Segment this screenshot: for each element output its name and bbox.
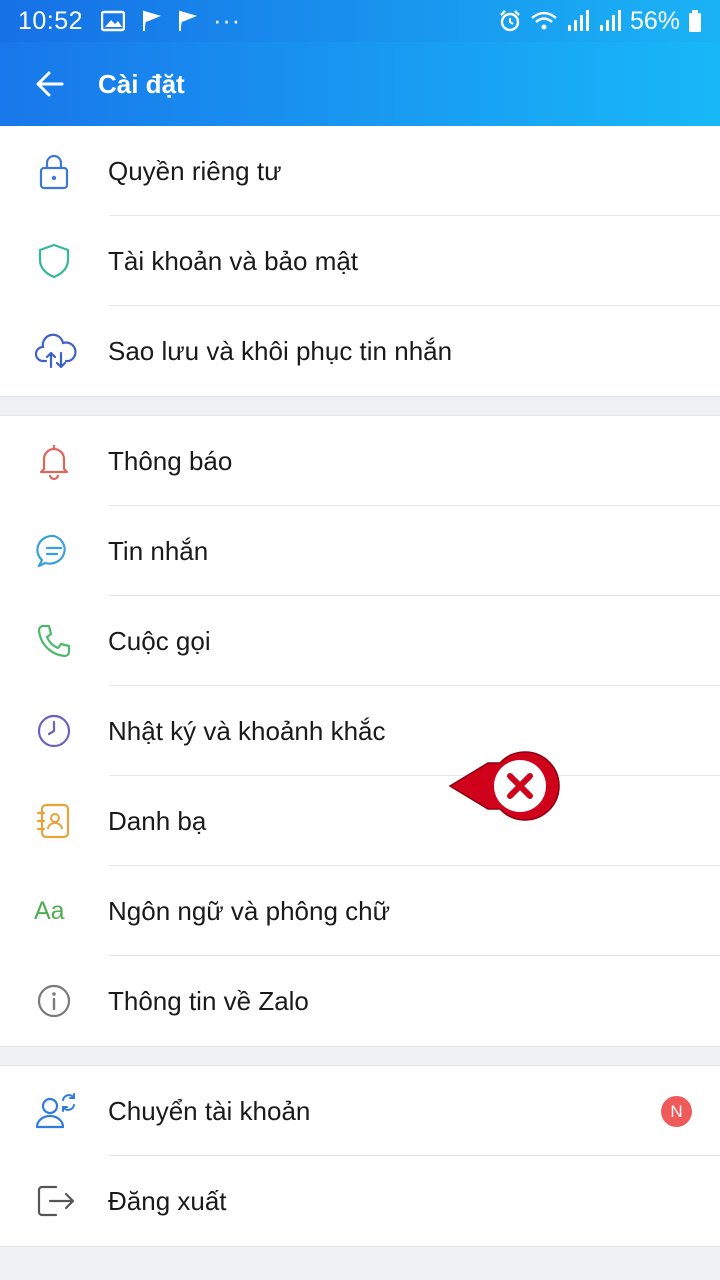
more-notifications-icon: ···: [213, 6, 242, 35]
settings-item-label: Đăng xuất: [108, 1185, 227, 1216]
settings-item-label: Sao lưu và khôi phục tin nhắn: [108, 335, 453, 366]
flag-icon: [143, 10, 162, 31]
settings-item-privacy[interactable]: Quyền riêng tư: [0, 126, 720, 216]
gallery-icon: [101, 10, 126, 32]
settings-item-contacts[interactable]: Danh bạ: [0, 776, 720, 866]
settings-item-label: Quyền riêng tư: [108, 155, 282, 186]
arrow-left-icon: [36, 71, 64, 97]
phone-icon: [37, 624, 71, 658]
settings-item-label: Nhật ký và khoảnh khắc: [108, 715, 386, 746]
settings-item-label: Thông báo: [108, 445, 233, 476]
settings-list: Quyền riêng tư Tài khoản và bảo mật Sao …: [0, 126, 720, 1247]
battery-level: 56%: [629, 6, 680, 35]
font-icon: Aa: [34, 896, 65, 925]
signal-icon: [599, 10, 621, 31]
status-time: 10:52: [18, 6, 84, 35]
settings-item-label: Tin nhắn: [108, 535, 209, 566]
shield-icon: [38, 243, 70, 279]
contacts-book-icon: [36, 803, 70, 839]
settings-item-label: Thông tin về Zalo: [108, 985, 309, 1016]
settings-section-account: Quyền riêng tư Tài khoản và bảo mật Sao …: [0, 126, 720, 397]
page-title: Cài đặt: [98, 68, 185, 99]
settings-item-messages[interactable]: Tin nhắn: [0, 506, 720, 596]
app-bar: Cài đặt: [0, 42, 720, 126]
settings-section-general: Thông báo Tin nhắn Cuộc gọi Nhật ký và k…: [0, 415, 720, 1047]
settings-item-language-font[interactable]: Aa Ngôn ngữ và phông chữ: [0, 866, 720, 956]
chat-bubble-icon: [36, 534, 66, 568]
new-badge: N: [661, 1096, 692, 1127]
status-bar: 10:52 ··· 56%: [0, 0, 720, 42]
logout-icon: [37, 1185, 75, 1217]
wifi-icon: [531, 11, 557, 30]
bell-icon: [39, 445, 69, 481]
close-marker-icon: [448, 751, 560, 821]
settings-item-notifications[interactable]: Thông báo: [0, 416, 720, 506]
battery-icon: [689, 10, 701, 32]
settings-item-label: Ngôn ngữ và phông chữ: [108, 895, 391, 926]
settings-item-switch-account[interactable]: Chuyển tài khoản N: [0, 1066, 720, 1156]
settings-item-calls[interactable]: Cuộc gọi: [0, 596, 720, 686]
settings-item-account-security[interactable]: Tài khoản và bảo mật: [0, 216, 720, 306]
clock-icon: [37, 714, 71, 748]
settings-item-label: Tài khoản và bảo mật: [108, 245, 359, 276]
switch-account-icon: [35, 1093, 75, 1129]
back-button[interactable]: [20, 54, 80, 114]
settings-item-label: Chuyển tài khoản: [108, 1095, 311, 1126]
signal-icon: [567, 10, 589, 31]
settings-item-timeline[interactable]: Nhật ký và khoảnh khắc: [0, 686, 720, 776]
settings-item-about[interactable]: Thông tin về Zalo: [0, 956, 720, 1046]
flag-icon: [179, 10, 198, 31]
lock-icon: [39, 154, 69, 190]
settings-item-backup-restore[interactable]: Sao lưu và khôi phục tin nhắn: [0, 306, 720, 396]
settings-item-label: Danh bạ: [108, 805, 207, 836]
settings-item-logout[interactable]: Đăng xuất: [0, 1156, 720, 1246]
alarm-icon: [500, 10, 520, 32]
cloud-sync-icon: [34, 333, 77, 369]
settings-item-label: Cuộc gọi: [108, 625, 211, 656]
settings-section-session: Chuyển tài khoản N Đăng xuất: [0, 1065, 720, 1247]
info-icon: [37, 984, 71, 1018]
